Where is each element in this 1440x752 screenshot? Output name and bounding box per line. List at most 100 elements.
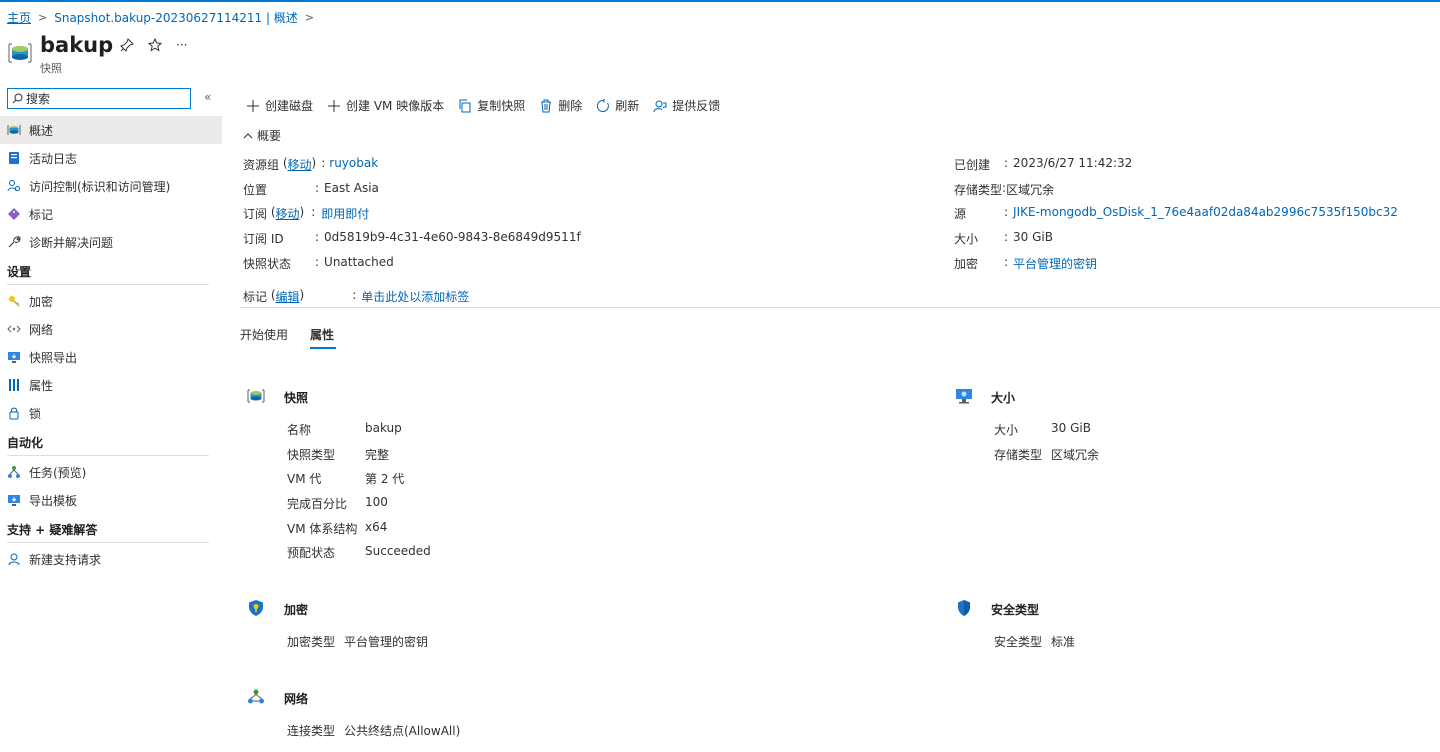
prop-label: 存储类型 — [994, 448, 1043, 462]
feedback-button[interactable]: 提供反馈 — [653, 97, 720, 114]
section-title-security-type: 安全类型 — [991, 603, 1040, 617]
collapse-sidebar-icon[interactable]: « — [204, 90, 211, 104]
size-value: 30 GiB — [1013, 230, 1053, 244]
template-icon — [7, 493, 21, 507]
plus-icon — [247, 99, 259, 112]
ess-label: 订阅 ID — [243, 232, 284, 246]
group-divider — [7, 284, 209, 285]
sidebar-item-network[interactable]: 网络 — [0, 315, 222, 343]
shield-icon — [958, 600, 970, 616]
monitor-icon — [956, 389, 972, 404]
sidebar-item-lock[interactable]: 锁 — [0, 399, 222, 427]
ess-label: 源 — [954, 207, 967, 221]
sidebar-group-settings: 设置 — [7, 265, 32, 279]
colon: : — [1004, 230, 1009, 244]
prop-value: Succeeded — [365, 544, 431, 558]
sidebar-item-label: 访问控制(标识和访问管理) — [29, 179, 171, 194]
sidebar-item-label: 导出模板 — [29, 493, 78, 508]
copy-snapshot-button[interactable]: 复制快照 — [458, 97, 525, 114]
essentials-encryption: 加密 : 平台管理的密钥 — [954, 255, 1097, 271]
sidebar-item-tags[interactable]: 标记 — [0, 200, 222, 228]
tab-properties[interactable]: 属性 — [310, 326, 334, 343]
delete-button[interactable]: 删除 — [539, 97, 582, 114]
sidebar-item-activity-log[interactable]: 活动日志 — [0, 144, 222, 172]
location-value: East Asia — [324, 181, 379, 195]
move-subscription-link[interactable]: 移动 — [276, 205, 300, 221]
colon: : — [1004, 255, 1009, 269]
move-resource-group-link[interactable]: 移动 — [288, 156, 312, 172]
lock-icon — [7, 406, 21, 420]
feedback-icon — [653, 100, 667, 112]
sidebar-group-automation: 自动化 — [7, 436, 44, 450]
prop-value: 平台管理的密钥 — [344, 635, 429, 649]
breadcrumb-home[interactable]: 主页 — [7, 9, 31, 26]
sidebar-item-overview[interactable]: 概述 — [0, 116, 222, 144]
prop-label: 完成百分比 — [287, 497, 348, 511]
sidebar-item-export-template[interactable]: 导出模板 — [0, 486, 222, 514]
essentials-toggle[interactable]: 概要 — [243, 127, 281, 144]
resource-group-value-link[interactable]: ruyobak — [329, 156, 378, 172]
refresh-icon — [597, 98, 610, 112]
create-vm-image-button[interactable]: 创建 VM 映像版本 — [327, 97, 444, 114]
ess-label: 已创建 — [954, 158, 991, 172]
network-icon — [7, 322, 21, 336]
pin-icon[interactable] — [120, 38, 134, 56]
prop-label: 连接类型 — [287, 724, 336, 738]
wrench-icon — [7, 235, 21, 249]
ess-label: 位置 — [243, 183, 268, 197]
encryption-value-link[interactable]: 平台管理的密钥 — [1013, 255, 1097, 271]
prop-value: x64 — [365, 520, 388, 534]
sidebar-item-label: 快照导出 — [29, 350, 78, 365]
sidebar-item-label: 标记 — [29, 207, 54, 222]
snapshot-resource-icon — [8, 43, 32, 63]
essentials-size: 大小 : 30 GiB — [954, 230, 1053, 246]
essentials-label: 概要 — [257, 129, 282, 143]
prop-value: 公共终结点(AllowAll) — [344, 724, 461, 738]
source-disk-link[interactable]: JIKE-mongodb_OsDisk_1_76e4aaf02da84ab299… — [1013, 205, 1398, 221]
colon: : — [315, 230, 320, 244]
prop-label: 快照类型 — [287, 448, 336, 462]
sidebar-item-tasks[interactable]: 任务(预览) — [0, 458, 222, 486]
prop-label: VM 代 — [287, 472, 322, 486]
sidebar-item-snapshot-export[interactable]: 快照导出 — [0, 343, 222, 371]
sidebar-item-label: 属性 — [29, 378, 54, 393]
sidebar-item-diagnose[interactable]: 诊断并解决问题 — [0, 228, 222, 256]
prop-value: 区域冗余 — [1051, 448, 1100, 462]
prop-label: 名称 — [287, 423, 312, 437]
tag-icon — [7, 207, 21, 221]
search-input[interactable] — [26, 91, 176, 106]
sidebar-item-properties[interactable]: 属性 — [0, 371, 222, 399]
sidebar-item-label: 任务(预览) — [29, 465, 87, 480]
shield-key-icon — [249, 600, 263, 616]
create-disk-button[interactable]: 创建磁盘 — [246, 97, 313, 114]
sidebar-search[interactable] — [7, 88, 191, 109]
breadcrumb-current[interactable]: Snapshot.bakup-20230627114211 | 概述 — [54, 9, 298, 26]
tasks-icon — [7, 465, 21, 479]
paren-open: ( — [279, 156, 288, 170]
sidebar-item-encryption[interactable]: 加密 — [0, 287, 222, 315]
add-tags-link[interactable]: 单击此处以添加标签 — [361, 288, 469, 304]
header-actions: ··· — [120, 37, 187, 56]
tab-get-started[interactable]: 开始使用 — [240, 326, 288, 343]
star-icon[interactable] — [147, 37, 163, 56]
subscription-value-link[interactable]: 即用即付 — [321, 205, 369, 221]
essentials-tags: 标记 (编辑) : 单击此处以添加标签 — [243, 288, 469, 304]
colon: : — [311, 205, 316, 219]
chevron-up-icon — [243, 132, 253, 138]
page-subtitle: 快照 — [40, 62, 62, 75]
ess-label: 资源组 — [243, 158, 280, 172]
edit-tags-link[interactable]: 编辑 — [276, 288, 300, 304]
chevron-right-icon: > — [38, 11, 48, 24]
more-icon[interactable]: ··· — [176, 38, 187, 56]
paren-close: ) — [299, 288, 305, 302]
page-title: bakup — [40, 33, 114, 57]
refresh-button[interactable]: 刷新 — [596, 97, 639, 114]
sidebar-item-access-control[interactable]: 访问控制(标识和访问管理) — [0, 172, 222, 200]
activity-log-icon — [7, 151, 21, 165]
snapshot-icon — [7, 123, 21, 137]
sidebar-item-new-support-request[interactable]: 新建支持请求 — [0, 545, 222, 573]
colon: : — [315, 181, 320, 195]
delete-label: 删除 — [558, 99, 583, 113]
section-title-network: 网络 — [284, 692, 309, 706]
paren-open: ( — [267, 205, 276, 219]
